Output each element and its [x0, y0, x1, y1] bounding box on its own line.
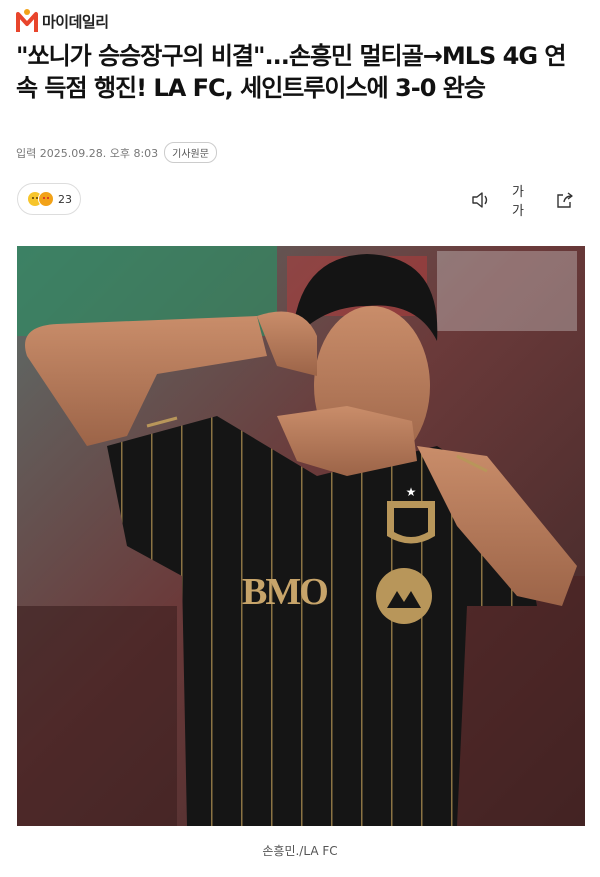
jersey-sponsor-text: BMO	[242, 571, 327, 613]
publish-date: 입력 2025.09.28. 오후 8:03	[16, 146, 159, 160]
article-photo[interactable]: ★ BMO	[17, 246, 585, 826]
player-photo: ★ BMO	[17, 246, 585, 826]
article-toolbar: 가가	[470, 185, 576, 219]
article-meta: 입력 2025.09.28. 오후 8:03 기사원문	[16, 142, 217, 163]
audio-listen-icon[interactable]	[470, 190, 492, 210]
original-article-button[interactable]: 기사원문	[164, 142, 217, 163]
font-size-label: 가가	[512, 185, 524, 219]
site-name[interactable]: 마이데일리	[42, 11, 109, 32]
reaction-count: 23	[58, 192, 72, 206]
reaction-button[interactable]: 23	[17, 183, 81, 215]
svg-text:★: ★	[406, 485, 417, 499]
site-header: 마이데일리	[16, 6, 109, 36]
heart-eyes-emoji-icon	[38, 191, 54, 207]
share-icon[interactable]	[554, 190, 576, 210]
article-title: "쏘니가 승승장구의 비결"...손흥민 멀티골→MLS 4G 연속 득점 행진…	[16, 42, 566, 102]
font-size-button[interactable]: 가가	[512, 185, 534, 219]
photo-caption: 손흥민./LA FC	[262, 844, 338, 858]
mydaily-logo-icon[interactable]	[16, 8, 38, 34]
